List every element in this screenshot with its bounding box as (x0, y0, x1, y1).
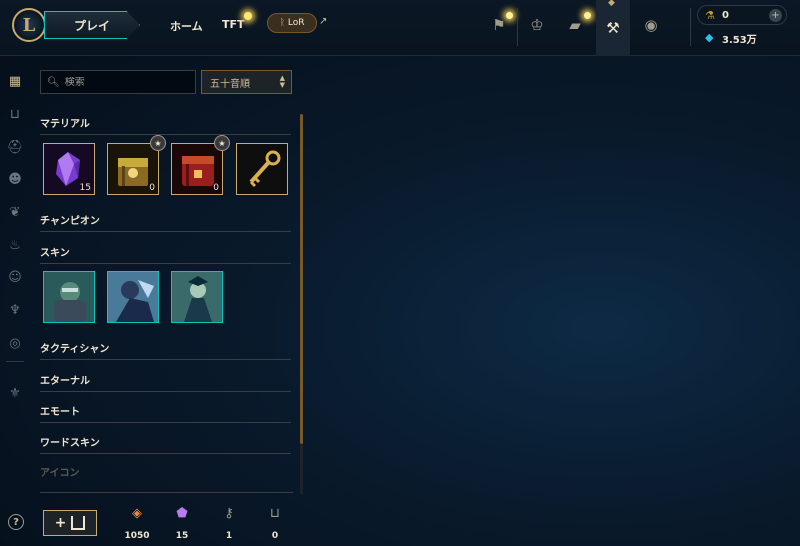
wallet-value: 0 (271, 531, 279, 541)
section-skins: スキン (40, 244, 291, 264)
section-champions: チャンピオン (40, 212, 291, 232)
all-grid-icon[interactable]: ▦ (7, 73, 23, 89)
material-tile-champion-chest-wrap: 0 ★ (107, 135, 166, 195)
add-currency-button[interactable]: + (769, 9, 782, 22)
skin-mask-icon[interactable]: ☻ (7, 171, 23, 187)
material-count: 0 (149, 183, 155, 193)
profile-icon-icon[interactable]: ◎ (7, 335, 23, 351)
skin-tile[interactable] (171, 271, 223, 323)
notification-dot-icon (506, 12, 513, 19)
skin-portrait-icon (44, 272, 94, 322)
wallet-value: 15 (175, 531, 189, 541)
notification-dot-icon (584, 12, 591, 19)
section-icons: アイコン (40, 468, 80, 479)
blue-essence-wallet: ⚗ 0 + (697, 5, 787, 25)
champion-helmet-icon[interactable]: ⛑ (7, 139, 24, 155)
key-fragment-icon: ⚷ (224, 506, 234, 521)
blue-essence-value: 0 (722, 10, 729, 21)
blue-essence-icon: ⚗ (705, 9, 715, 22)
skin-tile[interactable] (43, 271, 95, 323)
section-emotes: エモート (40, 403, 291, 423)
loot-crafting-icon[interactable]: ⚒ (596, 0, 630, 56)
active-tab-caret-icon: ◆ (608, 0, 615, 8)
orange-essence-icon: ◈ (132, 506, 142, 521)
lor-button[interactable]: ᚱ LoR (267, 13, 317, 33)
add-chest-button[interactable]: + (43, 510, 97, 536)
play-button[interactable]: プレイ (44, 11, 140, 39)
skin-portrait-icon (108, 272, 158, 322)
material-tile-masterwork-chest-wrap: 0 ★ (171, 135, 230, 195)
ranked-icon[interactable]: ♔ (522, 10, 552, 40)
wallet-value: 1 (225, 531, 233, 541)
star-badge-icon: ★ (214, 135, 230, 151)
wallet-mythic-essence: ⬟ 15 (162, 506, 202, 541)
ward-icon[interactable]: ♆ (7, 302, 23, 318)
material-tile-red-chest[interactable]: 0 (171, 143, 223, 195)
emote-face-icon[interactable]: ☺ (7, 269, 23, 285)
section-tacticians: タクティシャン (40, 340, 291, 360)
divider (517, 8, 518, 46)
divider (6, 361, 24, 362)
sort-value: 五十音順 (210, 78, 250, 90)
rp-icon: ◆ (705, 31, 714, 44)
wallet-orange-essence: ◈ 1050 (117, 506, 157, 541)
wallet-chest: ⊔ 0 (255, 506, 295, 541)
wallet-value: 1050 (124, 531, 150, 541)
divider (690, 8, 691, 46)
lor-rune-icon: ᚱ (279, 18, 285, 28)
notification-dot-icon (244, 12, 252, 20)
skin-portrait-icon (172, 272, 222, 322)
tactician-icon[interactable]: ❦ (7, 204, 23, 220)
help-button[interactable]: ? (8, 514, 24, 530)
chest-category-icon[interactable]: ⊔ (7, 106, 23, 122)
lor-label: LoR (287, 18, 305, 28)
divider (40, 492, 293, 493)
top-navigation-bar: L プレイ ホーム TFT ᚱ LoR ↗ ⚑ ♔ ▰ ⚒ ◆ ◉ ⚗ 0 + … (0, 0, 800, 56)
store-coins-icon[interactable]: ◉ (636, 10, 666, 40)
material-tile-key[interactable] (236, 143, 288, 195)
search-box[interactable]: 🔍︎ (40, 70, 196, 94)
nav-tft[interactable]: TFT (222, 18, 245, 31)
scrollbar-thumb[interactable] (300, 114, 303, 444)
chest-icon: ⊔ (269, 506, 281, 521)
loot-category-sidebar: ▦ ⊔ ⛑ ☻ ❦ ♨ ☺ ♆ ◎ ⚜ (0, 57, 30, 546)
sort-dropdown[interactable]: 五十音順 ▲ ▼ (201, 70, 292, 94)
plus-icon: + (54, 515, 67, 531)
mythic-essence-icon: ⬟ (176, 506, 188, 521)
wallet-key-fragment: ⚷ 1 (209, 506, 249, 541)
external-link-icon: ↗ (319, 16, 328, 27)
rp-value: 3.53万 (722, 35, 757, 46)
material-count: 0 (213, 183, 219, 193)
league-logo-icon[interactable]: L (12, 8, 46, 42)
material-count: 15 (79, 183, 91, 193)
chest-outline-icon (71, 516, 86, 530)
search-icon: 🔍︎ (47, 76, 60, 88)
gold-key-icon (237, 144, 287, 194)
search-input[interactable] (64, 76, 185, 88)
star-badge-icon: ★ (150, 135, 166, 151)
material-tile-gem[interactable]: 15 (43, 143, 95, 195)
eternals-flame-icon[interactable]: ♨ (7, 237, 23, 253)
disenchant-icon[interactable]: ⚜ (7, 385, 23, 401)
section-eternals: エターナル (40, 372, 291, 392)
section-ward-skins: ワードスキン (40, 434, 291, 454)
section-materials: マテリアル (40, 115, 291, 135)
updown-chevron-icon: ▲ ▼ (279, 74, 285, 89)
nav-home[interactable]: ホーム (170, 18, 203, 34)
skin-tile[interactable] (107, 271, 159, 323)
material-tile-chest[interactable]: 0 (107, 143, 159, 195)
